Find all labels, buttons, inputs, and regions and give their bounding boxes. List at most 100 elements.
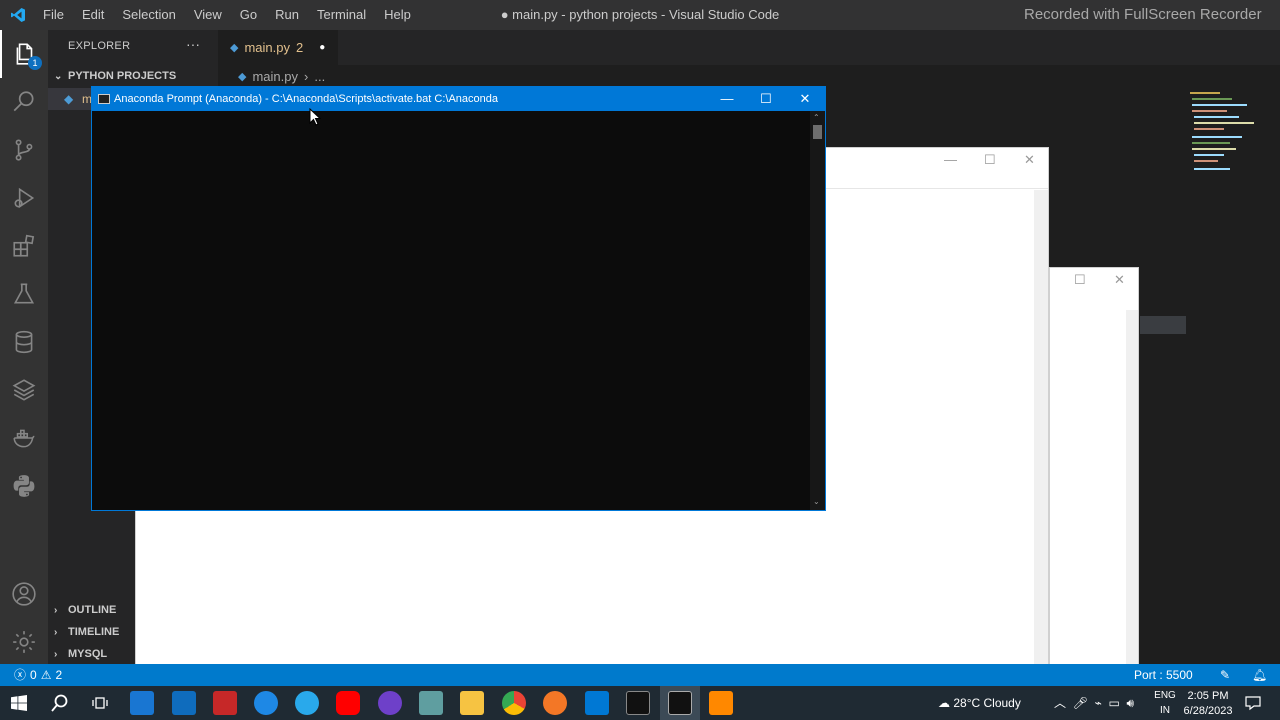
console-scrollbar[interactable]: ⌃ ⌄ xyxy=(810,111,825,510)
menu-go[interactable]: Go xyxy=(231,0,266,30)
weather-widget[interactable]: ☁ 28°C Cloudy xyxy=(938,686,1021,720)
testing-icon[interactable] xyxy=(0,270,48,318)
section-timeline[interactable]: › TIMELINE xyxy=(54,626,119,638)
settings-gear-icon[interactable] xyxy=(0,618,48,666)
word-app-icon[interactable] xyxy=(254,691,278,715)
chevron-right-icon: › xyxy=(54,626,58,638)
tab-main-py[interactable]: ◆ main.py 2 ● xyxy=(218,30,338,65)
menu-edit[interactable]: Edit xyxy=(73,0,113,30)
tray-icons[interactable]: ︿ 🎤︎ ⌁ ▭ 🔊︎ xyxy=(1054,686,1134,720)
language-bottom[interactable]: IN xyxy=(1150,705,1180,716)
close-icon[interactable]: ✕ xyxy=(1024,152,1035,168)
status-bar: ⓧ 0 ⚠ 2 Port : 5500 ✎ 🔔︎ xyxy=(0,664,1280,686)
problems-indicator[interactable]: ⓧ 0 ⚠ 2 xyxy=(14,664,62,686)
scrollbar[interactable] xyxy=(1126,310,1138,686)
chrome-icon[interactable] xyxy=(502,691,526,715)
anaconda-title-bar[interactable]: Anaconda Prompt (Anaconda) - C:\Anaconda… xyxy=(92,87,825,111)
chevron-right-icon: › xyxy=(54,604,58,616)
telegram-icon[interactable] xyxy=(295,691,319,715)
feedback-icon[interactable]: ✎ xyxy=(1220,664,1230,686)
section-mysql[interactable]: › MYSQL xyxy=(54,648,107,660)
search-icon[interactable] xyxy=(0,78,48,126)
maximize-icon[interactable]: ☐ xyxy=(1074,272,1086,288)
python-file-icon: ◆ xyxy=(64,92,74,106)
breadcrumb-more[interactable]: ... xyxy=(314,69,325,84)
folder-python-projects[interactable]: ⌄ PYTHON PROJECTS xyxy=(54,70,176,82)
console-output[interactable] xyxy=(92,111,810,510)
explorer-more-button[interactable]: ··· xyxy=(186,36,200,52)
menu-file[interactable]: File xyxy=(34,0,73,30)
chevron-right-icon: › xyxy=(54,648,58,660)
chevron-down-icon: ⌄ xyxy=(54,70,63,82)
close-button[interactable]: ✕ xyxy=(786,87,824,111)
menu-bar: File Edit Selection View Go Run Terminal… xyxy=(34,0,420,30)
menu-help[interactable]: Help xyxy=(375,0,420,30)
task-view-icon[interactable] xyxy=(92,695,108,711)
close-icon[interactable]: ✕ xyxy=(1114,272,1125,288)
vlc-icon[interactable] xyxy=(709,691,733,715)
activity-bar: 1 xyxy=(0,30,48,664)
run-debug-icon[interactable] xyxy=(0,174,48,222)
terminal-icon[interactable] xyxy=(626,691,650,715)
database-icon[interactable] xyxy=(0,318,48,366)
windows-start-icon[interactable] xyxy=(11,695,27,711)
files-icon[interactable]: 1 xyxy=(0,30,48,78)
file-explorer-icon[interactable] xyxy=(460,691,484,715)
notification-center-icon[interactable] xyxy=(1245,695,1261,711)
anaconda-prompt-taskbar-icon[interactable] xyxy=(668,691,692,715)
scrollbar[interactable] xyxy=(1034,190,1048,686)
github-icon[interactable] xyxy=(378,691,402,715)
youtube-icon[interactable] xyxy=(336,691,360,715)
editor-widget xyxy=(1140,316,1186,334)
section-outline[interactable]: › OUTLINE xyxy=(54,604,116,616)
minimize-icon[interactable]: — xyxy=(944,152,957,167)
port-label: Port : 5500 xyxy=(1134,668,1193,682)
error-icon: ⓧ xyxy=(14,668,27,682)
menu-selection[interactable]: Selection xyxy=(113,0,184,30)
menu-terminal[interactable]: Terminal xyxy=(308,0,375,30)
minimap[interactable] xyxy=(1190,88,1270,178)
anaconda-prompt-window[interactable]: Anaconda Prompt (Anaconda) - C:\Anaconda… xyxy=(91,86,826,511)
store-icon[interactable] xyxy=(130,691,154,715)
menu-view[interactable]: View xyxy=(185,0,231,30)
source-control-icon[interactable] xyxy=(0,126,48,174)
recorder-icon[interactable] xyxy=(213,691,237,715)
layers-icon[interactable] xyxy=(0,366,48,414)
search-icon[interactable] xyxy=(51,694,69,712)
maximize-icon[interactable]: ☐ xyxy=(984,152,996,168)
notifications-bell-icon[interactable]: 🔔︎ xyxy=(1252,664,1267,686)
weather-text: 28°C Cloudy xyxy=(953,696,1021,710)
error-count: 0 xyxy=(30,668,37,682)
python-icon[interactable] xyxy=(0,462,48,510)
warning-icon: ⚠ xyxy=(40,668,52,682)
menu-run[interactable]: Run xyxy=(266,0,308,30)
tab-problems-count: 2 xyxy=(296,40,304,55)
scrollbar-thumb[interactable] xyxy=(813,125,822,139)
windows-taskbar: ☁ 28°C Cloudy ︿ 🎤︎ ⌁ ▭ 🔊︎ ENG IN 2:05 PM… xyxy=(0,686,1280,720)
maximize-button[interactable]: ☐ xyxy=(747,87,785,111)
language-top[interactable]: ENG xyxy=(1150,690,1180,701)
mail-icon[interactable] xyxy=(172,691,196,715)
python-file-icon: ◆ xyxy=(238,70,247,83)
unsaved-dot-icon[interactable]: ● xyxy=(319,42,325,53)
cloud-icon: ☁ xyxy=(938,696,950,710)
background-dialog-2[interactable]: ☐ ✕ xyxy=(1049,267,1139,687)
live-server-port[interactable]: Port : 5500 xyxy=(1134,664,1193,686)
scroll-down-icon[interactable]: ⌄ xyxy=(813,497,820,506)
extensions-icon[interactable] xyxy=(0,222,48,270)
breadcrumb-file[interactable]: main.py xyxy=(252,69,298,84)
explorer-header: EXPLORER xyxy=(68,40,131,52)
vscode-taskbar-icon[interactable] xyxy=(585,691,609,715)
minimize-button[interactable]: — xyxy=(708,87,746,111)
scroll-up-icon[interactable]: ⌃ xyxy=(813,113,820,122)
editor-app-icon[interactable] xyxy=(419,691,443,715)
section-outline-label: OUTLINE xyxy=(68,604,117,616)
tab-label: main.py xyxy=(244,40,290,55)
account-icon[interactable] xyxy=(0,570,48,618)
docker-icon[interactable] xyxy=(0,414,48,462)
clock-date[interactable]: 6/28/2023 xyxy=(1180,705,1236,717)
clock-time[interactable]: 2:05 PM xyxy=(1180,690,1236,702)
screen: File Edit Selection View Go Run Terminal… xyxy=(0,0,1280,720)
section-timeline-label: TIMELINE xyxy=(68,626,120,638)
jupyter-icon[interactable] xyxy=(543,691,567,715)
